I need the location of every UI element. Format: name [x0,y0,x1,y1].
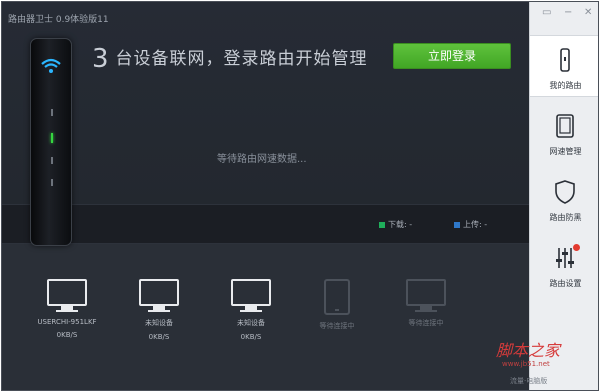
window-controls: ▭ − ✕ [542,7,598,21]
sidebar: ▭ − ✕ 我的路由 网速管理 路由防黑 路由设置 [529,2,598,390]
upload-speed: 上传: - [454,219,487,230]
router-led-active [51,133,53,143]
device-name: 未知设备 [145,319,173,327]
wifi-icon [41,58,61,73]
device-rate: 0KB/S [148,333,170,341]
download-legend-icon [379,222,385,228]
router-icon [560,48,570,72]
sidebar-item-label: 路由防黑 [549,213,582,222]
sidebar-item-label: 网速管理 [549,147,582,156]
tablet-icon [556,114,574,138]
headline: 3 台设备联网，登录路由开始管理 [92,44,368,74]
watermark-url: www.jb51.net [502,360,550,368]
device-name: 未知设备 [237,319,265,327]
sidebar-item-protection[interactable]: 路由防黑 [530,168,598,230]
router-led [51,109,53,116]
sidebar-item-my-router[interactable]: 我的路由 [530,35,598,97]
download-label: 下载: - [388,220,413,229]
device-name: 等待连接中 [408,319,444,327]
sidebar-item-label: 路由设置 [549,279,582,288]
footer-text: 流量·电脑版 [510,377,548,385]
monitor-icon [139,279,179,312]
upload-legend-icon [454,222,460,228]
watermark-logo: 脚本之家 [496,341,561,360]
device-name: USERCHI-951LKF [37,318,97,326]
device-count: 3 [92,44,110,74]
device-name: 等待连接中 [319,322,355,330]
router-led [51,179,53,186]
device-item[interactable]: 未知设备 0KB/S [206,279,296,341]
router-led [51,157,53,164]
device-rate: 0KB/S [56,331,78,339]
monitor-icon [231,279,271,312]
feedback-icon[interactable]: ▭ [542,7,551,18]
device-item[interactable]: USERCHI-951LKF 0KB/S [22,279,112,339]
tablet-icon [324,279,350,315]
device-item[interactable]: 未知设备 0KB/S [114,279,204,341]
login-button[interactable]: 立即登录 [393,43,511,69]
device-slot-pending: 等待连接中 [292,279,382,331]
close-icon[interactable]: ✕ [584,7,592,18]
sidebar-item-settings[interactable]: 路由设置 [530,234,598,296]
router-illustration [30,38,72,246]
monitor-icon [406,279,446,312]
sidebar-item-speed[interactable]: 网速管理 [530,102,598,164]
device-rate: 0KB/S [240,333,262,341]
minimize-icon[interactable]: − [564,7,572,18]
main-panel [2,2,529,204]
speed-graph-band [2,204,529,244]
waiting-status: 等待路由网速数据... [217,154,307,165]
headline-text: 台设备联网，登录路由开始管理 [115,49,368,69]
upload-label: 上传: - [463,220,488,229]
device-slot-pending: 等待连接中 [381,279,471,328]
notification-badge [573,244,580,251]
download-speed: 下载: - [379,219,412,230]
sliders-icon [556,248,574,268]
monitor-icon [47,279,87,312]
app-window: 路由器卫士 0.9体验版11 3 台设备联网，登录路由开始管理 立即登录 等待路由… [1,1,599,391]
shield-icon [555,180,575,204]
sidebar-item-label: 我的路由 [549,81,582,90]
window-title: 路由器卫士 0.9体验版11 [8,15,109,25]
